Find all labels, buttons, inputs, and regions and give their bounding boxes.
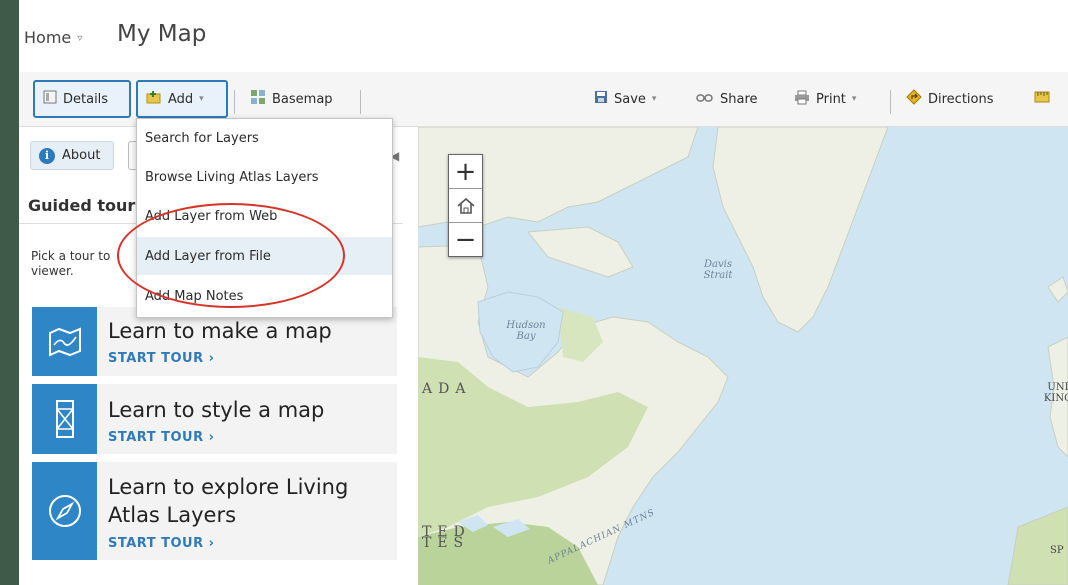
print-icon <box>794 90 810 109</box>
compass-icon <box>32 462 97 560</box>
home-label: Home <box>24 28 72 47</box>
tour-title: Learn to explore Living Atlas Layers <box>108 475 349 527</box>
toolbar-divider <box>890 90 891 114</box>
map-view[interactable]: Davis Strait Hudson Bay ADA TED TES APPA… <box>418 127 1068 585</box>
share-button[interactable]: Share <box>696 80 758 118</box>
menu-item-browse-living-atlas[interactable]: Browse Living Atlas Layers <box>137 158 392 196</box>
map-label-canada: ADA <box>422 381 472 397</box>
menu-item-search-layers[interactable]: Search for Layers <box>137 119 392 157</box>
about-label: About <box>62 148 101 163</box>
map-label-hudson: Hudson Bay <box>506 320 546 342</box>
tour-card[interactable]: Learn to explore Living Atlas Layers STA… <box>32 462 397 560</box>
share-label: Share <box>720 91 758 107</box>
directions-icon <box>906 89 922 109</box>
details-icon <box>43 90 57 108</box>
zoom-out-button[interactable]: − <box>449 223 482 256</box>
details-button[interactable]: Details <box>33 80 131 118</box>
guided-tours-title: Guided tour <box>28 196 136 215</box>
map-label-davis: Davis Strait <box>703 259 733 281</box>
toolbar-divider <box>360 90 361 114</box>
start-tour-link[interactable]: START TOUR › <box>108 351 214 366</box>
header: Home ▿ My Map <box>19 0 1068 72</box>
directions-button[interactable]: Directions <box>906 80 994 118</box>
pick-tour-text: Pick a tour to viewer. <box>31 249 111 278</box>
map-label-uk: UNI KING <box>1043 382 1068 404</box>
basemap-button[interactable]: Basemap <box>250 80 333 118</box>
measure-icon <box>1034 90 1050 108</box>
home-extent-button[interactable] <box>449 189 482 223</box>
measure-button[interactable] <box>1034 80 1056 118</box>
print-caret-icon: ▾ <box>851 94 857 104</box>
style-icon <box>32 384 97 454</box>
zoom-in-button[interactable]: + <box>449 155 482 189</box>
about-button[interactable]: i About <box>30 141 114 170</box>
add-label: Add <box>168 91 194 107</box>
add-caret-icon: ▾ <box>199 94 204 104</box>
basemap-icon <box>250 89 266 109</box>
basemap-label: Basemap <box>272 91 333 107</box>
highlight-ring <box>117 203 345 308</box>
tour-title: Learn to make a map <box>108 319 332 343</box>
print-label: Print <box>816 91 846 107</box>
save-caret-icon: ▾ <box>651 94 657 104</box>
app-frame: Home ▿ My Map Details Add ▾ Basemap Save… <box>19 0 1068 585</box>
home-caret-icon: ▿ <box>77 33 83 44</box>
start-tour-link[interactable]: START TOUR › <box>108 430 214 445</box>
map-label-sp: SP <box>1050 545 1064 556</box>
add-icon <box>146 90 162 108</box>
details-label: Details <box>63 91 109 107</box>
print-button[interactable]: Print ▾ <box>794 80 856 118</box>
zoom-control: + − <box>448 154 483 257</box>
info-icon: i <box>39 147 55 164</box>
map-title: My Map <box>117 21 207 47</box>
share-icon <box>696 92 714 107</box>
home-icon <box>456 197 475 214</box>
directions-label: Directions <box>928 91 994 107</box>
save-icon <box>594 90 608 108</box>
save-button[interactable]: Save ▾ <box>594 80 656 118</box>
tour-title: Learn to style a map <box>108 398 325 422</box>
add-button[interactable]: Add ▾ <box>136 80 228 118</box>
home-menu[interactable]: Home ▿ <box>24 28 82 47</box>
map-icon <box>32 307 97 376</box>
basemap-canvas <box>418 127 1068 585</box>
map-label-united-states: TED TES <box>422 524 471 551</box>
start-tour-link[interactable]: START TOUR › <box>108 536 214 551</box>
tour-card[interactable]: Learn to style a map START TOUR › <box>32 384 397 454</box>
save-label: Save <box>614 91 646 107</box>
toolbar-divider <box>234 90 235 114</box>
